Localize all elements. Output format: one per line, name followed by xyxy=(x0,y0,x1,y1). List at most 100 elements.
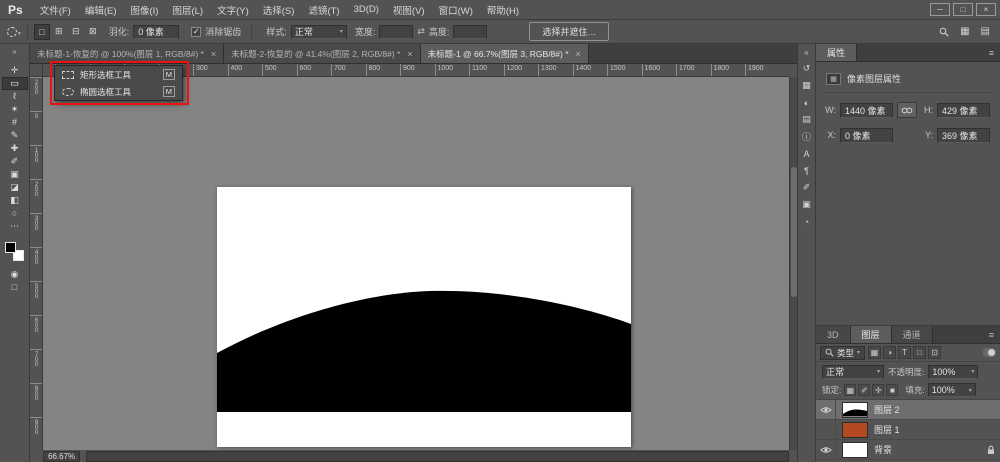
feather-input[interactable]: 0 像素 xyxy=(133,25,179,39)
lock-pixels-icon[interactable]: ✐ xyxy=(858,384,870,396)
layer-row-background[interactable]: 背景 xyxy=(816,440,1000,460)
menu-item[interactable]: 视图(V) xyxy=(386,3,432,17)
close-tab-icon[interactable]: × xyxy=(211,49,216,59)
y-value-input[interactable]: 369 像素 xyxy=(937,128,990,143)
collapse-tools-icon[interactable]: » xyxy=(0,44,29,60)
info-panel-icon[interactable]: ⓘ xyxy=(800,130,814,143)
antialias-checkbox[interactable]: ✓ xyxy=(191,27,201,37)
x-value-input[interactable]: 0 像素 xyxy=(840,128,893,143)
adjustments-panel-icon[interactable]: ◐ xyxy=(800,96,814,109)
filter-shape-layers-icon[interactable]: □ xyxy=(913,346,926,359)
menu-item[interactable]: 帮助(H) xyxy=(480,3,526,17)
more-tools-button[interactable]: ⋯ xyxy=(2,220,28,233)
close-tab-icon[interactable]: × xyxy=(407,49,412,59)
link-dimensions-button[interactable] xyxy=(897,102,917,118)
clone-stamp-tool[interactable]: ▣ xyxy=(2,168,28,181)
width-input[interactable] xyxy=(379,25,413,39)
layer-thumbnail[interactable] xyxy=(842,422,868,438)
character-panel-icon[interactable]: A xyxy=(800,147,814,160)
vertical-scrollbar[interactable] xyxy=(789,77,797,450)
gradient-tool[interactable]: ◧ xyxy=(2,194,28,207)
new-selection-button[interactable]: □ xyxy=(34,24,50,40)
eraser-tool[interactable]: ◪ xyxy=(2,181,28,194)
menu-item[interactable]: 滤镜(T) xyxy=(301,3,346,17)
filter-smart-objects-icon[interactable]: ⊡ xyxy=(928,346,941,359)
document-tab[interactable]: 未标题-2-恢复的 @ 41.4%(图层 2, RGB/8#) * × xyxy=(224,44,421,63)
move-tool[interactable]: ✛ xyxy=(2,64,28,77)
document-canvas[interactable] xyxy=(217,187,631,447)
layer-name[interactable]: 图层 2 xyxy=(874,403,900,416)
menu-item[interactable]: 窗口(W) xyxy=(432,3,480,17)
width-value-input[interactable]: 1440 像素 xyxy=(840,103,893,118)
workspace-switcher-icon[interactable]: ▤ xyxy=(981,26,990,37)
filter-type-layers-icon[interactable]: T xyxy=(898,346,911,359)
minimize-button[interactable]: ─ xyxy=(930,3,950,16)
filter-pixel-layers-icon[interactable]: ▦ xyxy=(868,346,881,359)
document-info-field[interactable] xyxy=(86,451,789,462)
flyout-menu-item[interactable]: 矩形选框工具 M xyxy=(55,66,182,83)
menu-item[interactable]: 选择(S) xyxy=(256,3,302,17)
panel-tab[interactable]: 通道 xyxy=(892,326,933,343)
timeline-panel-icon[interactable]: ◔ xyxy=(800,215,814,228)
styles-panel-icon[interactable]: ▤ xyxy=(800,113,814,126)
height-input[interactable] xyxy=(453,25,487,39)
brush-settings-panel-icon[interactable]: ✐ xyxy=(800,181,814,194)
flyout-menu-item[interactable]: 椭圆选框工具 M xyxy=(55,83,182,100)
maximize-button[interactable]: □ xyxy=(953,3,973,16)
zoom-level-input[interactable]: 66.67% xyxy=(43,451,80,462)
panel-menu-icon[interactable]: ≡ xyxy=(983,330,1000,340)
lasso-tool[interactable]: ℓ xyxy=(2,90,28,103)
layer-name[interactable]: 图层 1 xyxy=(874,423,900,436)
visibility-toggle[interactable] xyxy=(816,400,836,419)
workspace-grid-icon[interactable]: ▦ xyxy=(960,26,969,37)
layer-thumbnail[interactable] xyxy=(842,402,868,418)
lock-all-icon[interactable]: ■ xyxy=(886,384,898,396)
menu-item[interactable]: 文件(F) xyxy=(33,3,78,17)
search-icon[interactable] xyxy=(939,27,949,37)
fill-input[interactable]: 100% ▾ xyxy=(928,383,976,397)
menu-item[interactable]: 3D(D) xyxy=(347,4,386,15)
rectangular-marquee-tool[interactable]: ▭ xyxy=(2,77,28,90)
crop-tool[interactable]: # xyxy=(2,116,28,129)
tab-properties[interactable]: 属性 xyxy=(816,44,857,61)
intersect-selection-button[interactable]: ⊠ xyxy=(85,24,101,40)
tool-preset-picker[interactable]: ▾ xyxy=(7,27,21,37)
layer-name[interactable]: 背景 xyxy=(874,443,892,456)
quick-mask-button[interactable]: ◉ xyxy=(2,268,28,281)
swatches-panel-icon[interactable]: ▦ xyxy=(800,79,814,92)
magic-wand-tool[interactable]: ✶ xyxy=(2,103,28,116)
visibility-toggle[interactable] xyxy=(816,440,836,459)
paragraph-panel-icon[interactable]: ¶ xyxy=(800,164,814,177)
clone-source-panel-icon[interactable]: ▣ xyxy=(800,198,814,211)
style-select[interactable]: 正常 ▾ xyxy=(291,25,347,39)
select-and-mask-button[interactable]: 选择并遮住… xyxy=(529,22,609,41)
panel-menu-icon[interactable]: ≡ xyxy=(983,48,1000,58)
opacity-input[interactable]: 100% ▾ xyxy=(928,365,978,379)
menu-item[interactable]: 文字(Y) xyxy=(210,3,256,17)
canvas-pasteboard[interactable] xyxy=(43,77,789,450)
subtract-from-selection-button[interactable]: ⊟ xyxy=(68,24,84,40)
filter-adjustment-layers-icon[interactable]: ◑ xyxy=(883,346,896,359)
layer-thumbnail[interactable] xyxy=(842,442,868,458)
panel-tab[interactable]: 3D xyxy=(816,326,851,343)
expand-panels-icon[interactable]: « xyxy=(804,44,808,62)
spot-healing-brush-tool[interactable]: ✚ xyxy=(2,142,28,155)
brush-tool[interactable]: ✐ xyxy=(2,155,28,168)
add-to-selection-button[interactable]: ⊞ xyxy=(51,24,67,40)
zoom-tool[interactable]: ○ xyxy=(2,207,28,220)
swap-dimensions-icon[interactable]: ⇄ xyxy=(417,26,425,37)
blend-mode-select[interactable]: 正常 ▾ xyxy=(822,365,884,379)
eyedropper-tool[interactable]: ✎ xyxy=(2,129,28,142)
layer-filter-toggle-icon[interactable] xyxy=(983,348,996,357)
lock-position-icon[interactable]: ✛ xyxy=(872,384,884,396)
close-button[interactable]: × xyxy=(976,3,996,16)
document-tab[interactable]: 未标题-1 @ 66.7%(图层 3, RGB/8#) * × xyxy=(421,44,589,63)
layer-row-layer-1[interactable]: 图层 1 xyxy=(816,420,1000,440)
panel-tab[interactable]: 图层 xyxy=(851,326,892,343)
ruler-origin-corner[interactable] xyxy=(30,64,43,77)
close-tab-icon[interactable]: × xyxy=(576,49,581,59)
menu-item[interactable]: 图层(L) xyxy=(165,3,210,17)
layer-filter-select[interactable]: 类型 ▾ xyxy=(820,346,865,360)
layer-row-layer-2[interactable]: 图层 2 xyxy=(816,400,1000,420)
lock-transparency-icon[interactable]: ▦ xyxy=(844,384,856,396)
